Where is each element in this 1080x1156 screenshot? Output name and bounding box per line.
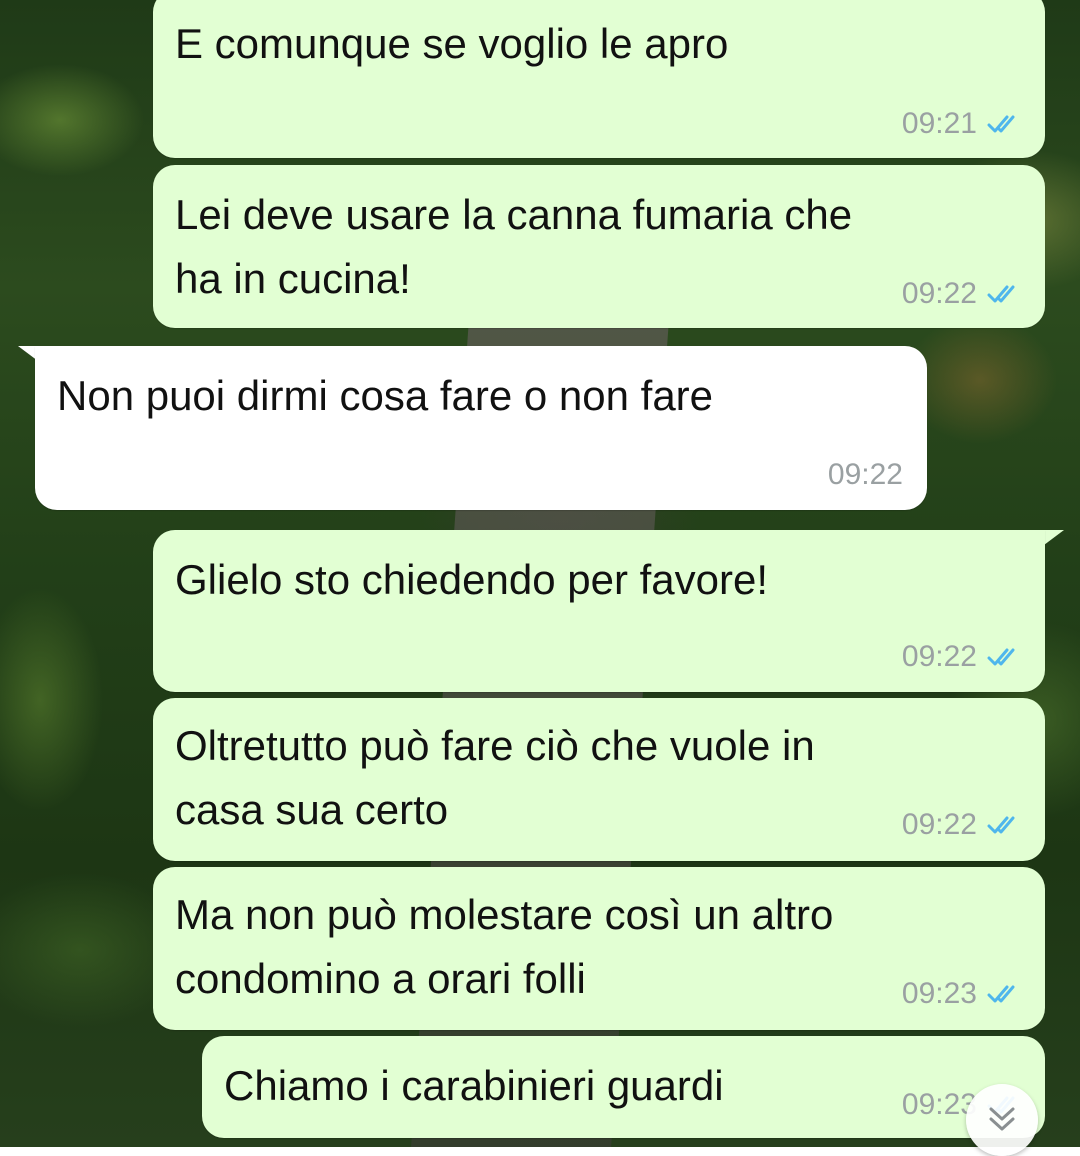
message-time: 09:23 (901, 977, 977, 1010)
message-bubble-outgoing[interactable]: Glielo sto chiedendo per favore! 09:22 (153, 530, 1045, 692)
message-meta: 09:22 (902, 808, 1021, 842)
read-double-check-icon (987, 285, 1015, 303)
message-meta: 09:22 (902, 640, 1021, 674)
message-meta: 09:21 (902, 107, 1021, 141)
message-bubble-outgoing[interactable]: E comunque se voglio le apro 09:21 (153, 0, 1045, 158)
message-bubble-outgoing[interactable]: Ma non può molestare così un altro condo… (153, 867, 1045, 1030)
message-text: E comunque se voglio le apro (175, 20, 729, 67)
message-text: Lei deve usare la canna fumaria che ha i… (175, 191, 853, 302)
message-meta: 09:22 (828, 458, 903, 492)
message-text: Non puoi dirmi cosa fare o non fare (57, 372, 714, 419)
message-text: Chiamo i carabinieri guardi (224, 1062, 724, 1109)
message-text: Ma non può molestare così un altro condo… (175, 891, 834, 1002)
double-chevron-down-icon (989, 1107, 1015, 1131)
message-time: 09:22 (901, 277, 977, 310)
read-double-check-icon (987, 648, 1015, 666)
message-time: 09:22 (901, 640, 977, 673)
read-double-check-icon (987, 115, 1015, 133)
message-bubble-incoming[interactable]: Non puoi dirmi cosa fare o non fare 09:2… (35, 346, 927, 510)
message-meta: 09:22 (902, 277, 1021, 311)
message-bubble-outgoing[interactable]: Oltretutto può fare ciò che vuole in cas… (153, 698, 1045, 861)
scroll-to-bottom-button[interactable] (966, 1084, 1038, 1156)
message-time: 09:21 (901, 107, 977, 140)
read-double-check-icon (987, 985, 1015, 1003)
message-text: Oltretutto può fare ciò che vuole in cas… (175, 722, 815, 833)
message-bubble-outgoing[interactable]: Lei deve usare la canna fumaria che ha i… (153, 165, 1045, 328)
read-double-check-icon (987, 816, 1015, 834)
message-text: Glielo sto chiedendo per favore! (175, 556, 769, 603)
message-meta: 09:23 (902, 977, 1021, 1011)
message-time: 09:22 (901, 808, 977, 841)
message-time: 09:22 (827, 458, 903, 491)
message-bubble-outgoing[interactable]: Chiamo i carabinieri guardi 09:23 (202, 1036, 1045, 1138)
